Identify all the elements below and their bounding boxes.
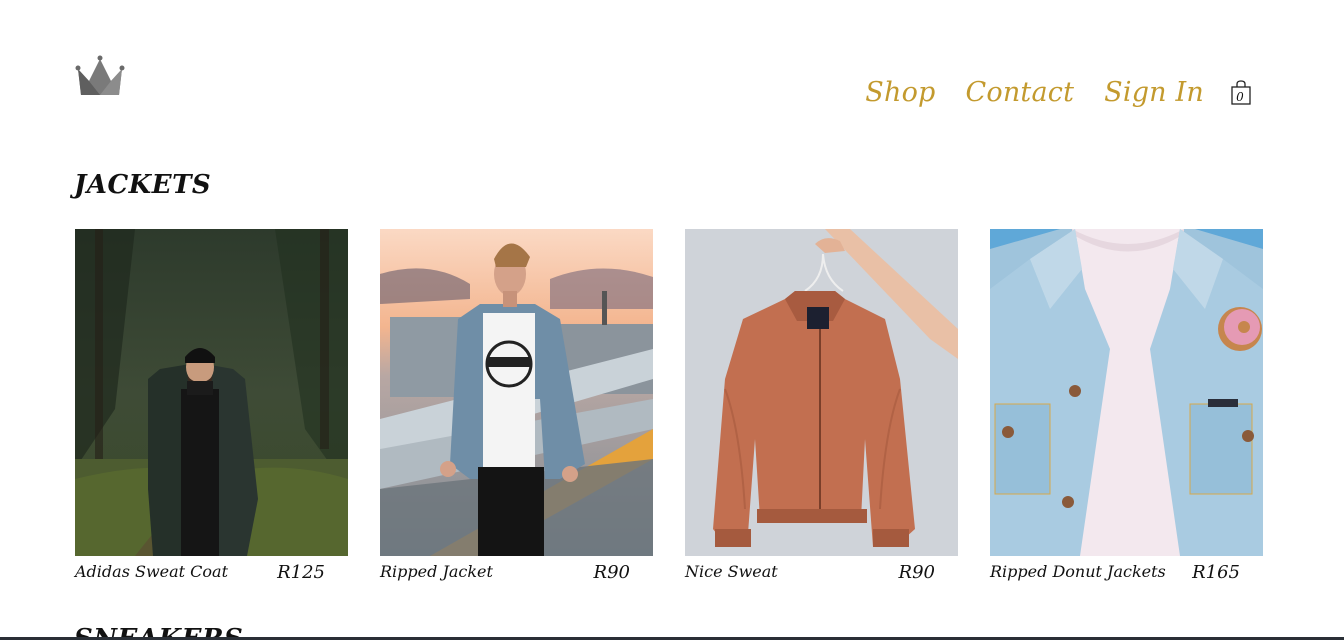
product-image[interactable] [685, 229, 958, 556]
nav-sign-in-link[interactable]: Sign In [1104, 76, 1204, 110]
crown-icon[interactable] [75, 55, 125, 97]
product-card[interactable]: Ripped Donut Jackets R165 [990, 229, 1263, 583]
product-name[interactable]: Ripped Jacket [380, 562, 493, 583]
product-price: R165 [1192, 562, 1240, 583]
cart-count: 0 [1236, 90, 1244, 104]
product-price: R90 [898, 562, 935, 583]
product-meta: Nice Sweat R90 [685, 562, 935, 583]
nav-contact-link[interactable]: Contact [966, 76, 1075, 110]
cart-button[interactable]: 0 [1230, 80, 1252, 106]
product-name[interactable]: Nice Sweat [685, 562, 778, 583]
main-nav: Shop Contact Sign In 0 [835, 76, 1252, 110]
page: Shop Contact Sign In 0 JACKETS Adidas Sw… [0, 0, 1344, 640]
product-image[interactable] [75, 229, 348, 556]
product-name[interactable]: Ripped Donut Jackets [990, 562, 1166, 583]
product-price: R125 [277, 562, 325, 583]
nav-shop-link[interactable]: Shop [865, 76, 935, 110]
product-meta: Ripped Donut Jackets R165 [990, 562, 1240, 583]
product-card[interactable]: Nice Sweat R90 [685, 229, 958, 583]
product-grid: Adidas Sweat Coat R125 Ripped Jacket R90… [75, 229, 1263, 583]
product-card[interactable]: Ripped Jacket R90 [380, 229, 653, 583]
product-meta: Ripped Jacket R90 [380, 562, 630, 583]
product-card[interactable]: Adidas Sweat Coat R125 [75, 229, 348, 583]
product-meta: Adidas Sweat Coat R125 [75, 562, 325, 583]
product-name[interactable]: Adidas Sweat Coat [75, 562, 228, 583]
section-title-jackets: JACKETS [74, 170, 212, 200]
product-image[interactable] [380, 229, 653, 556]
product-price: R90 [593, 562, 630, 583]
product-image[interactable] [990, 229, 1263, 556]
